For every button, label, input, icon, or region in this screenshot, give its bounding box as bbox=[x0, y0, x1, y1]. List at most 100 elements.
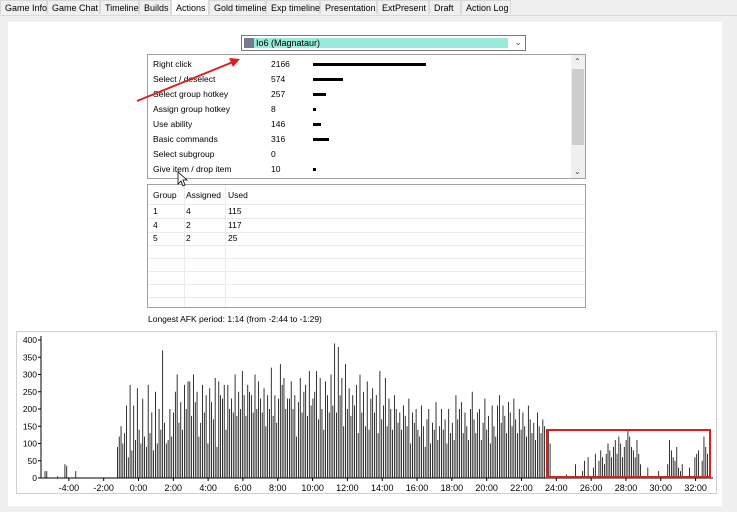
mouse-cursor-icon bbox=[177, 171, 189, 187]
x-tick-label: 10:00 bbox=[301, 483, 324, 493]
action-count: 8 bbox=[271, 104, 276, 114]
row-divider bbox=[148, 204, 585, 205]
assigned-cell: 2 bbox=[186, 233, 191, 243]
action-bar bbox=[313, 63, 426, 66]
x-tick-label: 18:00 bbox=[441, 483, 464, 493]
tab-presentation[interactable]: Presentation bbox=[320, 0, 377, 14]
player-select[interactable]: Io6 (Magnataur) ⌄ bbox=[241, 35, 526, 51]
tab-actions[interactable]: Actions bbox=[171, 0, 209, 15]
tab-game-chat[interactable]: Game Chat bbox=[47, 0, 100, 14]
used-cell: 117 bbox=[228, 220, 242, 230]
group-cell: 1 bbox=[153, 206, 158, 216]
action-name: Basic commands bbox=[153, 134, 218, 144]
y-tick-label: 300 bbox=[23, 370, 37, 380]
x-tick-label: 32:00 bbox=[684, 483, 707, 493]
action-count: 257 bbox=[271, 89, 286, 99]
apm-chart: 0 50 100 150 200 250 300 350 400 -4:00 -2:00 0:00 2:… bbox=[16, 331, 717, 494]
header-used[interactable]: Used bbox=[228, 188, 248, 202]
action-bar bbox=[313, 108, 316, 111]
action-count: 146 bbox=[271, 119, 286, 129]
group-cell: 5 bbox=[153, 233, 158, 243]
x-tick-label: 22:00 bbox=[510, 483, 533, 493]
tab-action-log[interactable]: Action Log bbox=[461, 0, 511, 14]
used-cell: 115 bbox=[228, 206, 242, 216]
action-row[interactable]: Select group hotkey 257 bbox=[153, 87, 573, 102]
action-row[interactable]: Select subgroup 0 bbox=[153, 147, 573, 162]
x-tick-label: 20:00 bbox=[475, 483, 498, 493]
x-tick-label: -2:00 bbox=[93, 483, 114, 493]
assigned-cell: 2 bbox=[186, 220, 191, 230]
action-row[interactable]: Basic commands 316 bbox=[153, 132, 573, 147]
x-tick-label: 24:00 bbox=[545, 483, 568, 493]
y-tick-label: 0 bbox=[32, 473, 37, 483]
action-row[interactable]: Give item / drop item 10 bbox=[153, 162, 573, 177]
action-count: 0 bbox=[271, 149, 276, 159]
player-select-value: Io6 (Magnataur) bbox=[244, 38, 508, 48]
scroll-up-icon[interactable]: ⌃ bbox=[574, 57, 581, 66]
row-divider bbox=[148, 271, 585, 272]
action-count: 10 bbox=[271, 164, 281, 174]
y-tick-label: 350 bbox=[23, 352, 37, 362]
y-tick-label: 50 bbox=[28, 456, 38, 466]
action-name: Select subgroup bbox=[153, 149, 215, 159]
x-tick-label: 30:00 bbox=[650, 483, 673, 493]
tab-gold-timeline[interactable]: Gold timeline bbox=[209, 0, 267, 14]
y-tick-label: 400 bbox=[23, 335, 37, 345]
row-divider bbox=[148, 245, 585, 246]
actions-scrollbar[interactable]: ⌃ ⌄ bbox=[571, 55, 585, 178]
header-group[interactable]: Group bbox=[153, 188, 177, 202]
action-bar bbox=[313, 78, 343, 81]
x-tick-label: 4:00 bbox=[199, 483, 217, 493]
x-tick-label: -4:00 bbox=[59, 483, 80, 493]
tab-game-info[interactable]: Game Info bbox=[0, 0, 47, 14]
action-count: 2166 bbox=[271, 59, 290, 69]
action-bar bbox=[313, 168, 316, 171]
action-count: 316 bbox=[271, 134, 286, 144]
y-tick-label: 150 bbox=[23, 421, 37, 431]
x-tick-label: 28:00 bbox=[615, 483, 638, 493]
action-row[interactable]: Use ability 146 bbox=[153, 117, 573, 132]
action-name: Select / deselect bbox=[153, 74, 216, 84]
x-tick-label: 12:00 bbox=[336, 483, 359, 493]
action-row[interactable]: Select / deselect 574 bbox=[153, 72, 573, 87]
action-name: Select group hotkey bbox=[153, 89, 229, 99]
action-count: 574 bbox=[271, 74, 286, 84]
x-tick-label: 0:00 bbox=[130, 483, 148, 493]
action-bar bbox=[313, 138, 329, 141]
action-bar bbox=[313, 123, 321, 126]
tab-extpresent[interactable]: ExtPresent bbox=[377, 0, 429, 14]
action-row[interactable]: Right click 2166 bbox=[153, 57, 573, 72]
x-tick-label: 26:00 bbox=[580, 483, 603, 493]
tab-exp-timeline[interactable]: Exp timeline bbox=[266, 0, 320, 14]
tab-builds[interactable]: Builds bbox=[139, 0, 171, 14]
scroll-thumb[interactable] bbox=[572, 69, 584, 145]
row-divider bbox=[148, 284, 585, 285]
x-tick-label: 6:00 bbox=[234, 483, 252, 493]
assigned-cell: 4 bbox=[186, 206, 191, 216]
action-name: Right click bbox=[153, 59, 192, 69]
hero-icon bbox=[244, 38, 254, 48]
afk-period-label: Longest AFK period: 1:14 (from -2:44 to … bbox=[148, 314, 322, 324]
x-tick-label: 16:00 bbox=[406, 483, 429, 493]
actions-list[interactable]: ⌃ ⌄ Right click 2166 Select / deselect 574 S… bbox=[147, 54, 586, 179]
action-name: Assign group hotkey bbox=[153, 104, 231, 114]
row-divider bbox=[148, 232, 585, 233]
groups-table[interactable]: Group Assigned Used 1 4 115 4 2 117 5 2 … bbox=[147, 184, 586, 308]
used-cell: 25 bbox=[228, 233, 238, 243]
row-divider bbox=[148, 258, 585, 259]
apm-chart-svg: 0 50 100 150 200 250 300 350 400 -4:00 -2:00 0:00 2:… bbox=[23, 335, 713, 493]
y-tick-label: 200 bbox=[23, 404, 37, 414]
tab-draft[interactable]: Draft bbox=[429, 0, 461, 14]
tab-timeline[interactable]: Timeline bbox=[100, 0, 139, 14]
scroll-down-icon[interactable]: ⌄ bbox=[574, 167, 581, 176]
row-divider bbox=[148, 297, 585, 298]
action-bar bbox=[313, 93, 326, 96]
action-name: Use ability bbox=[153, 119, 193, 129]
x-tick-label: 8:00 bbox=[269, 483, 287, 493]
header-assigned[interactable]: Assigned bbox=[186, 188, 221, 202]
action-row[interactable]: Assign group hotkey 8 bbox=[153, 102, 573, 117]
y-tick-label: 250 bbox=[23, 387, 37, 397]
x-tick-label: 2:00 bbox=[165, 483, 183, 493]
action-name: Give item / drop item bbox=[153, 164, 232, 174]
chevron-down-icon[interactable]: ⌄ bbox=[514, 37, 522, 48]
